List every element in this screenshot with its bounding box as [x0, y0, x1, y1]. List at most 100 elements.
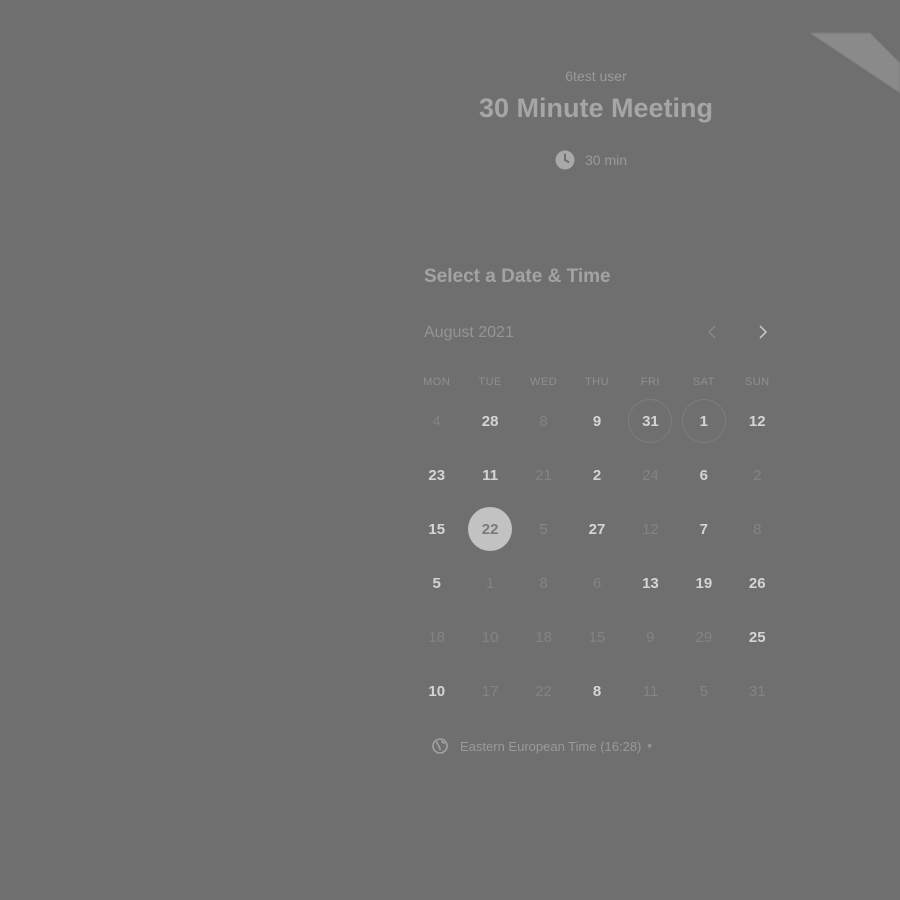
weekday-label: MON — [423, 376, 451, 388]
calendar-day-number: 15 — [588, 628, 606, 646]
calendar-day-number: 11 — [482, 466, 499, 484]
calendar-day[interactable]: 2 — [570, 448, 623, 502]
calendar-day-grid: 4 28 8 9 31 1 12 23 11 21 2 24 6 2 15 22 5 27 12 7 8 5 1 8 6 13 19… — [410, 394, 784, 718]
calendar-day[interactable]: 9 — [570, 394, 623, 448]
calendar-day-number: 19 — [695, 574, 713, 592]
calendar-day: 1 — [463, 556, 516, 610]
calendar-day[interactable]: 28 — [463, 394, 516, 448]
globe-icon — [432, 738, 448, 754]
calendar-day-number: 2 — [753, 466, 762, 484]
calendar-day-number: 25 — [748, 628, 766, 646]
calendar-day-number: 22 — [535, 682, 552, 700]
calendar-day: 29 — [677, 610, 730, 664]
calendar-day[interactable]: 7 — [677, 502, 730, 556]
calendar-day-number: 1 — [681, 399, 726, 443]
calendar-day: 31 — [731, 664, 784, 718]
calendar-day-number: 1 — [485, 574, 495, 592]
calendar-day: 22 — [517, 664, 570, 718]
calendar-day[interactable]: 8 — [570, 664, 623, 718]
calendar-day[interactable]: 31 — [624, 394, 677, 448]
calendar-day: 9 — [624, 610, 677, 664]
powered-by-ribbon[interactable] — [810, 0, 900, 120]
calendar-day[interactable]: 1 — [677, 394, 730, 448]
calendar-day-number: 12 — [642, 520, 659, 538]
timezone-selector[interactable]: Eastern European Time (16:28) ▾ — [432, 738, 652, 754]
calendar-day-number: 9 — [592, 412, 602, 430]
calendar-day: 17 — [463, 664, 516, 718]
calendar-day-number: 15 — [428, 520, 446, 538]
calendar-day-selected[interactable]: 22 — [463, 502, 516, 556]
calendar-day: 10 — [463, 610, 516, 664]
calendar-day[interactable]: 25 — [731, 610, 784, 664]
calendar-day-number: 6 — [699, 466, 709, 484]
calendar-day-number: 8 — [539, 574, 548, 592]
chevron-left-icon — [708, 325, 716, 339]
calendar-day-number: 13 — [642, 574, 659, 592]
calendar-day: 12 — [624, 502, 677, 556]
calendar-day-number: 12 — [748, 412, 766, 430]
calendar-day: 18 — [517, 610, 570, 664]
calendar-day-number: 4 — [432, 412, 441, 430]
event-owner-name: 6test user — [565, 68, 627, 84]
calendar-day-number: 18 — [428, 628, 446, 646]
weekday-label: WED — [529, 376, 558, 388]
calendar-day-number: 8 — [753, 520, 762, 538]
event-title: 30 Minute Meeting — [478, 93, 714, 123]
calendar-day-number: 2 — [592, 466, 602, 484]
calendar-day-number: 26 — [748, 574, 766, 592]
calendar-day[interactable]: 13 — [624, 556, 677, 610]
calendar-day[interactable]: 6 — [677, 448, 730, 502]
next-month-button[interactable] — [750, 319, 776, 345]
weekday-label: THU — [584, 376, 610, 388]
month-label: August 2021 — [424, 324, 514, 341]
weekday-label: SAT — [692, 376, 715, 388]
calendar-day-number: 11 — [642, 682, 659, 700]
calendar-day-number: 5 — [539, 520, 548, 538]
calendar-day[interactable]: 26 — [731, 556, 784, 610]
weekday-label: FRI — [640, 376, 661, 388]
calendar-day-number: 6 — [592, 574, 602, 592]
calendar-day[interactable]: 15 — [410, 502, 463, 556]
weekday-header: MON TUE WED THU FRI SAT SUN — [410, 376, 784, 388]
calendar-day-number: 5 — [699, 682, 709, 700]
duration-label: 30 min — [585, 152, 628, 168]
booking-page: 6test user 30 Minute Meeting 30 min Sele… — [0, 0, 900, 900]
select-date-heading: Select a Date & Time — [424, 266, 611, 287]
caret-down-icon: ▾ — [647, 740, 652, 751]
weekday-label: TUE — [478, 376, 502, 388]
calendar-day: 21 — [517, 448, 570, 502]
calendar-day[interactable]: 23 — [410, 448, 463, 502]
calendar-day[interactable]: 11 — [463, 448, 516, 502]
calendar-day[interactable]: 10 — [410, 664, 463, 718]
calendar-day[interactable]: 19 — [677, 556, 730, 610]
calendar-day: 8 — [517, 556, 570, 610]
calendar-day: 8 — [731, 502, 784, 556]
calendar-day-number: 23 — [428, 466, 446, 484]
clock-icon — [555, 150, 575, 170]
calendar-day-number: 29 — [695, 628, 713, 646]
calendar-day: 15 — [570, 610, 623, 664]
calendar-day: 4 — [410, 394, 463, 448]
previous-month-button[interactable] — [699, 319, 725, 345]
calendar-day-number: 28 — [481, 412, 499, 430]
calendar-day[interactable]: 5 — [410, 556, 463, 610]
calendar-day-number: 18 — [535, 628, 552, 646]
calendar-day-number: 31 — [748, 682, 766, 700]
calendar-day: 18 — [410, 610, 463, 664]
calendar-day[interactable]: 12 — [731, 394, 784, 448]
calendar-day-number: 7 — [699, 520, 709, 538]
calendar-day: 24 — [624, 448, 677, 502]
calendar-day[interactable]: 27 — [570, 502, 623, 556]
timezone-label: Eastern European Time (16:28) — [460, 738, 642, 754]
calendar-day-number: 31 — [628, 399, 673, 443]
chevron-right-icon — [759, 325, 767, 339]
calendar-day-number: 10 — [481, 628, 499, 646]
calendar-day-number: 8 — [539, 412, 548, 430]
calendar-day-number: 27 — [588, 520, 606, 538]
calendar-day: 8 — [517, 394, 570, 448]
calendar-day-number: 9 — [646, 628, 655, 646]
ribbon-shape — [810, 32, 900, 94]
calendar-day-number: 5 — [432, 574, 441, 592]
calendar-day-number: 22 — [468, 507, 513, 551]
calendar-day-number: 10 — [428, 682, 446, 700]
